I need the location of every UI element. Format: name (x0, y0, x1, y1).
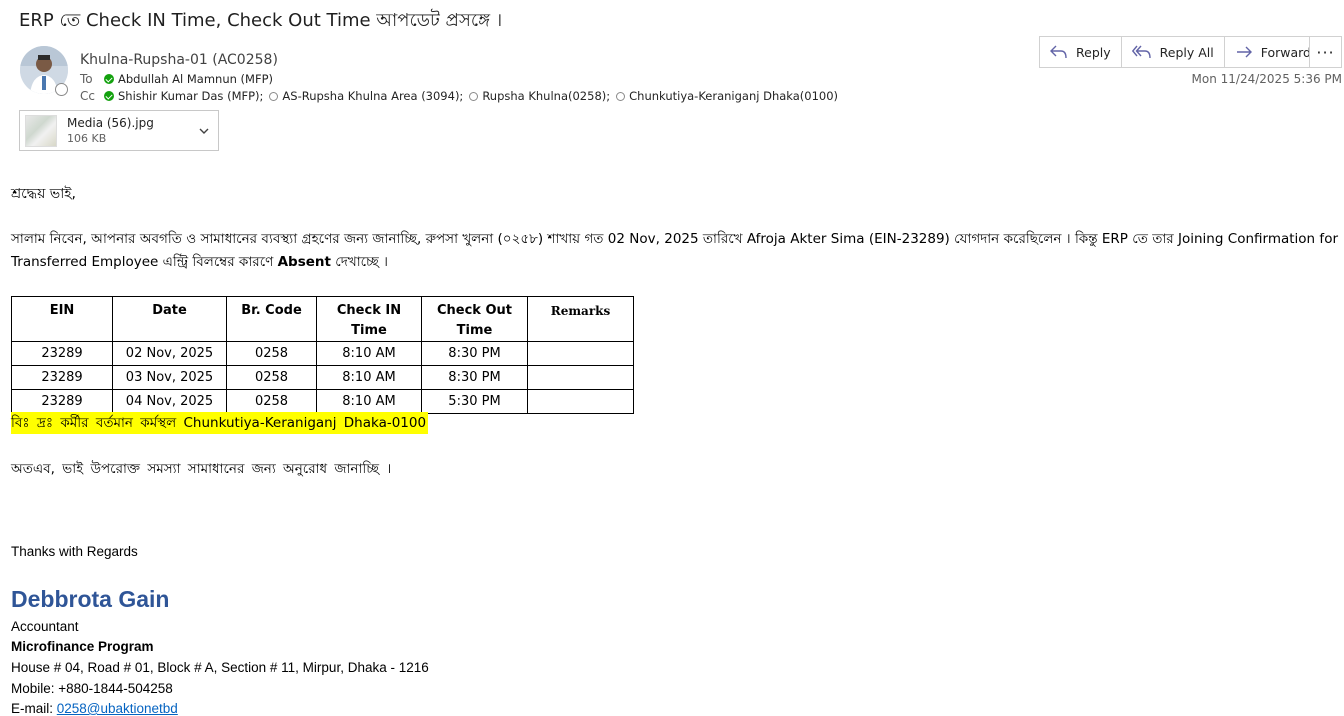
col-br-code: Br. Code (226, 296, 317, 342)
attachment-size: 106 KB (67, 132, 107, 145)
cc-label: Cc (80, 89, 95, 103)
reply-all-button[interactable]: Reply All (1120, 36, 1225, 68)
table-row: 23289 02 Nov, 2025 0258 8:10 AM 8:30 PM (11, 341, 634, 366)
reply-label: Reply (1076, 44, 1111, 60)
reply-all-icon (1131, 45, 1151, 59)
unknown-status-icon (469, 91, 479, 101)
reply-button[interactable]: Reply (1039, 36, 1122, 68)
recipient-to-0[interactable]: Abdullah Al Mamnun (MFP) (104, 72, 273, 86)
cell: 8:30 PM (421, 365, 528, 390)
col-date: Date (112, 296, 227, 342)
para-text-1: সালাম নিবেন, আপনার অবগতি ও সামাধানের ব্য… (11, 231, 1338, 270)
recipient-cc-0[interactable]: Shishir Kumar Das (MFP); (104, 89, 263, 103)
cell: 5:30 PM (421, 389, 528, 414)
unknown-status-icon (616, 91, 626, 101)
more-actions-button[interactable]: ··· (1309, 36, 1342, 68)
verified-check-icon (104, 74, 114, 84)
cell: 0258 (226, 365, 317, 390)
attachment-info: Media (56).jpg 106 KB (67, 116, 154, 145)
recipient-name: Abdullah Al Mamnun (MFP) (118, 72, 273, 86)
table-header-row: EIN Date Br. Code Check IN Time Check Ou… (11, 296, 634, 342)
recipient-name: Shishir Kumar Das (MFP); (118, 89, 264, 103)
cell: 23289 (11, 389, 113, 414)
cell (527, 341, 634, 366)
forward-button[interactable]: Forward (1223, 36, 1322, 68)
cc-line: Cc Shishir Kumar Das (MFP); AS-Rupsha Kh… (80, 89, 844, 103)
cell: 0258 (226, 341, 317, 366)
attendance-table: EIN Date Br. Code Check IN Time Check Ou… (11, 296, 634, 414)
sent-date: Mon 11/24/2025 5:36 PM (1191, 72, 1342, 86)
recipient-cc-1[interactable]: AS-Rupsha Khulna Area (3094); (269, 89, 463, 103)
recipient-cc-2[interactable]: Rupsha Khulna(0258); (469, 89, 610, 103)
attachment-card[interactable]: Media (56).jpg 106 KB (19, 110, 219, 151)
table-row: 23289 04 Nov, 2025 0258 8:10 AM 5:30 PM (11, 389, 634, 414)
highlighted-note: বিঃ দ্রঃ কর্মীর বর্তমান কর্মস্থল Chunkut… (11, 412, 429, 434)
cell: 8:10 AM (316, 341, 422, 366)
cell: 23289 (11, 365, 113, 390)
chevron-down-icon[interactable] (198, 125, 210, 137)
forward-label: Forward (1260, 44, 1311, 60)
reply-all-label: Reply All (1159, 44, 1214, 60)
signature-title: Accountant (11, 619, 79, 634)
verified-check-icon (104, 91, 114, 101)
col-check-out: Check Out Time (421, 296, 528, 342)
recipient-name: Chunkutiya-Keraniganj Dhaka(0100) (629, 89, 839, 103)
sender-name[interactable]: Khulna-Rupsha-01 (AC0258) (80, 52, 278, 68)
para-text-2: দেখাচ্ছে । (335, 254, 388, 270)
presence-status-icon (55, 83, 68, 96)
cell (527, 389, 634, 414)
closing-text: Thanks with Regards (11, 544, 138, 559)
cell: 23289 (11, 341, 113, 366)
cell: 04 Nov, 2025 (112, 389, 227, 414)
para-bold: Absent (277, 254, 331, 270)
greeting: শ্রদ্ধেয় ভাই, (11, 186, 76, 202)
message-actions: Reply Reply All Forward (1039, 36, 1322, 68)
unknown-status-icon (269, 91, 279, 101)
col-remarks: Remarks (527, 296, 634, 342)
recipient-name: Rupsha Khulna(0258); (482, 89, 611, 103)
col-check-in: Check IN Time (316, 296, 422, 342)
col-ein: EIN (11, 296, 113, 342)
signature-name: Debbrota Gain (11, 586, 170, 612)
table-row: 23289 03 Nov, 2025 0258 8:10 AM 8:30 PM (11, 365, 634, 390)
signature-email-link[interactable]: 0258@ubaktionetbd (57, 701, 178, 716)
cell: 8:30 PM (421, 341, 528, 366)
attachment-name: Media (56).jpg (67, 116, 154, 130)
forward-icon (1236, 46, 1252, 58)
signature-org: Microfinance Program (11, 639, 154, 654)
cell: 8:10 AM (316, 389, 422, 414)
email-subject: ERP তে Check IN Time, Check Out Time আপড… (19, 10, 503, 31)
reply-icon (1050, 45, 1067, 59)
cell: 0258 (226, 389, 317, 414)
to-line: To Abdullah Al Mamnun (MFP) (80, 72, 279, 86)
attachment-thumbnail (25, 114, 57, 147)
to-label: To (80, 72, 93, 86)
signature-mobile: Mobile: +880-1844-504258 (11, 681, 173, 696)
email-label: E-mail: (11, 701, 57, 716)
request-text: অতএব, ভাই উপরোক্ত সমস্যা সামাধানের জন্য … (11, 461, 392, 477)
recipient-cc-3[interactable]: Chunkutiya-Keraniganj Dhaka(0100) (616, 89, 838, 103)
cell (527, 365, 634, 390)
signature-email-line: E-mail: 0258@ubaktionetbd (11, 701, 178, 716)
body-paragraph: সালাম নিবেন, আপনার অবগতি ও সামাধানের ব্য… (11, 228, 1338, 274)
cell: 02 Nov, 2025 (112, 341, 227, 366)
cell: 8:10 AM (316, 365, 422, 390)
cell: 03 Nov, 2025 (112, 365, 227, 390)
signature-address: House # 04, Road # 01, Block # A, Sectio… (11, 660, 429, 675)
recipient-name: AS-Rupsha Khulna Area (3094); (282, 89, 464, 103)
